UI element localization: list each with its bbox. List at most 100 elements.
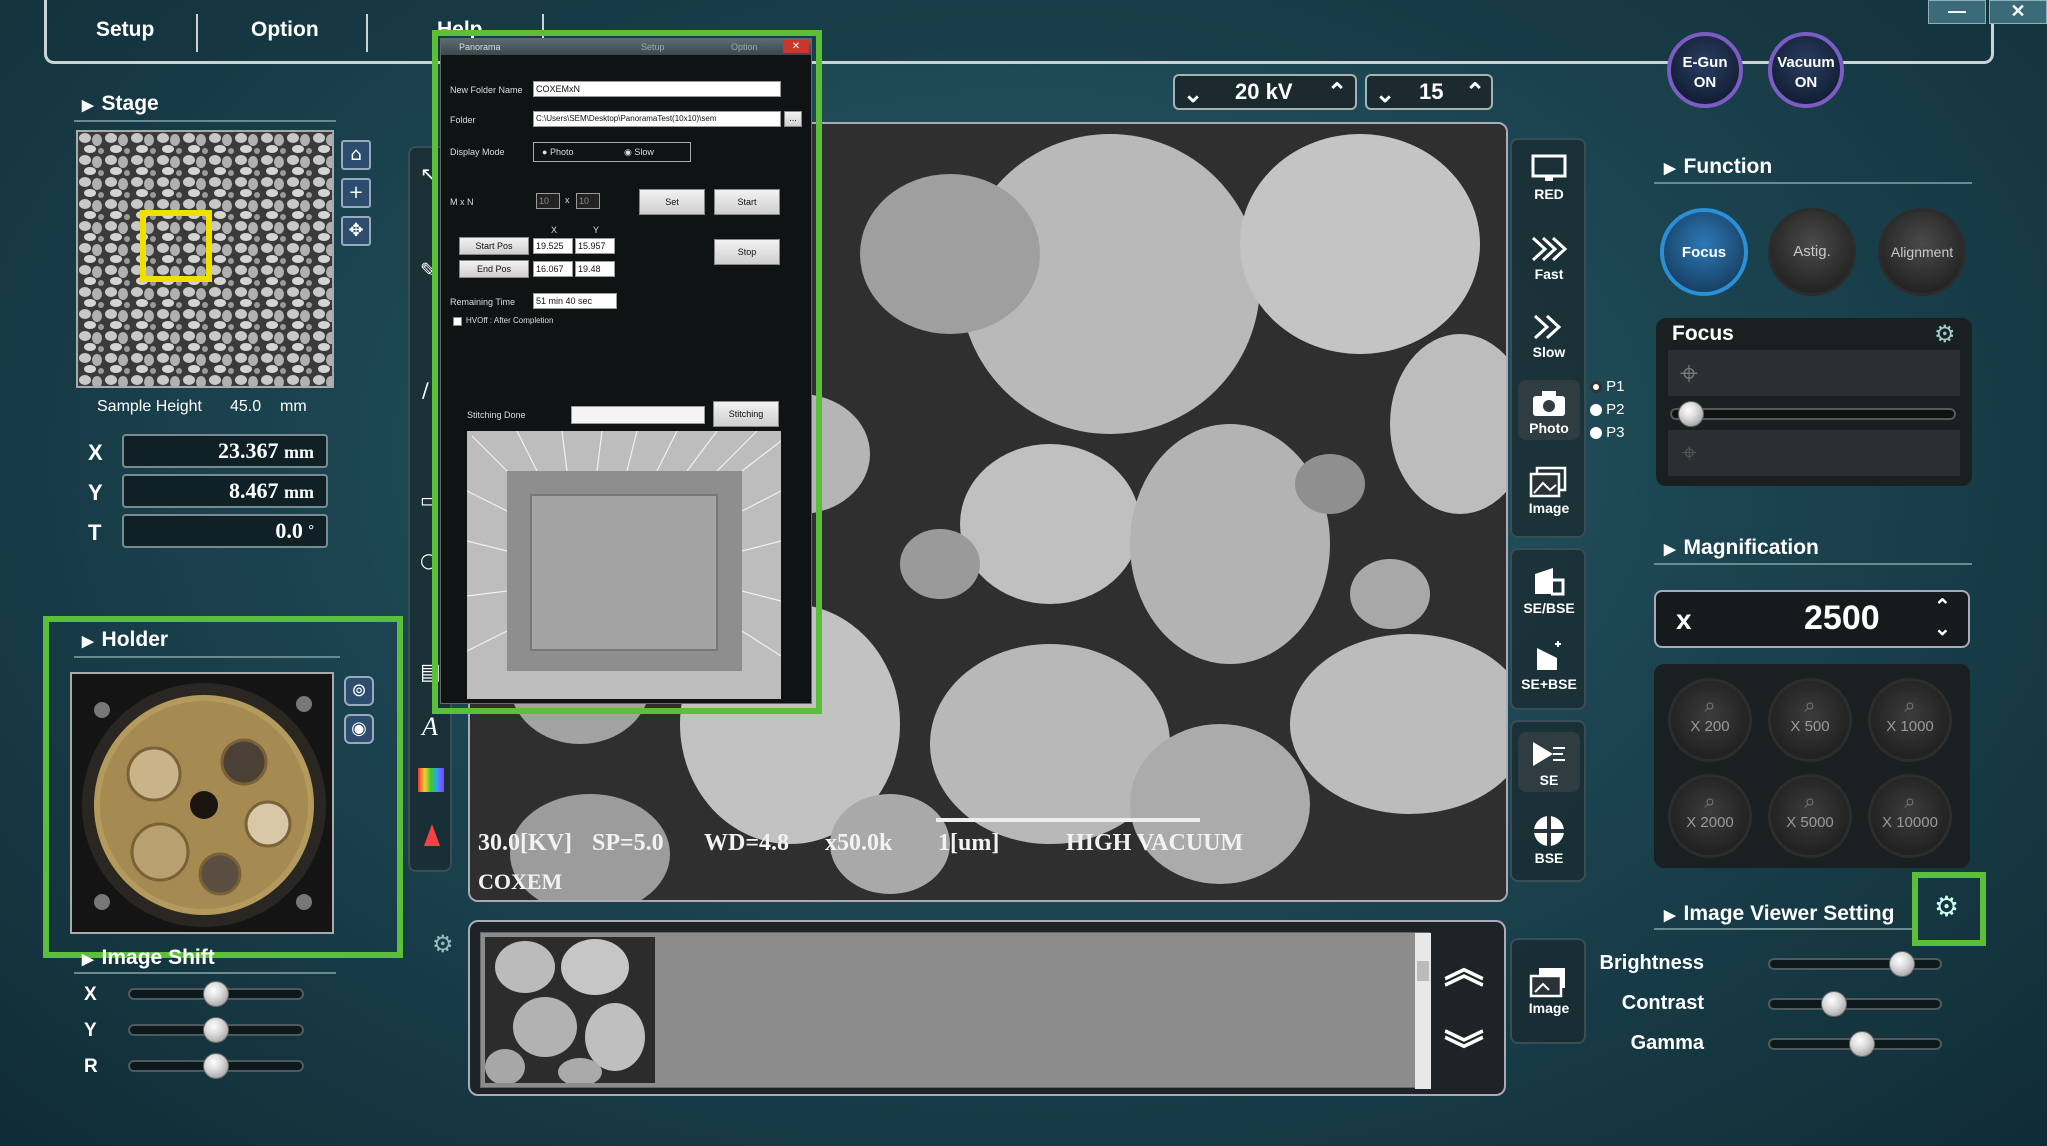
stage-x-readout[interactable]: 23.367 mm [122,434,328,468]
slow-scan-button[interactable]: Slow [1512,312,1586,360]
folder-name-input[interactable]: COXEMxN [533,81,781,97]
se-plus-bse-button[interactable]: SE+BSE [1512,640,1586,692]
m-input[interactable]: 10 [536,193,560,209]
focus-settings-gear-icon[interactable]: ⚙ [1934,320,1956,348]
focus-fine-row: ⌖ [1668,430,1960,476]
panorama-tab-setup[interactable]: Setup [641,39,665,55]
menu-setup[interactable]: Setup [96,18,154,42]
brightness-slider-handle[interactable] [1889,951,1916,977]
stage-t-readout[interactable]: 0.0 ° [122,514,328,548]
astig-function-button[interactable]: Astig. [1768,208,1856,296]
se-label: SE [1539,772,1559,788]
kv-control: ⌄ 20 kV ⌃ [1173,74,1357,110]
stage-navigation-map[interactable] [76,130,334,388]
set-button[interactable]: Set [639,189,705,215]
start-pos-button[interactable]: Start Pos [459,237,529,255]
contrast-slider[interactable] [1768,998,1942,1010]
radio-slow[interactable]: ◉ Slow [624,147,654,158]
close-window-button[interactable]: ✕ [1989,0,2047,24]
start-x-input[interactable]: 19.525 [533,238,573,254]
holder-camera-view[interactable] [70,672,334,934]
end-pos-button[interactable]: End Pos [459,260,529,278]
shift-r-slider-handle[interactable] [203,1053,229,1079]
filmstrip-scrollbar[interactable] [1415,933,1431,1089]
focus-coarse-row: ⌖ [1668,350,1960,396]
image-gallery-button[interactable]: Image [1512,466,1586,516]
chevron-up-icon[interactable]: ⌃ [1327,78,1347,107]
color-picker-icon[interactable] [424,824,440,846]
mag-down-icon[interactable]: ⌄ [1934,616,1951,641]
color-palette-icon[interactable] [418,768,444,792]
line-tool-icon[interactable]: ∕ [422,378,429,402]
stage-t-unit: ° [308,523,314,538]
text-tool-icon[interactable]: A [422,712,438,742]
stage-map-settings-icon[interactable]: ✥ [341,216,371,246]
preset-p3[interactable]: P3 [1590,424,1625,441]
panorama-tab-option[interactable]: Option [731,39,758,55]
chevron-down-icon[interactable]: ⌄ [1183,80,1203,109]
focus-slider-handle[interactable] [1677,401,1704,427]
start-y-input[interactable]: 15.957 [575,238,615,254]
stage-zoom-in-icon[interactable]: + [341,178,371,208]
focus-slider[interactable] [1670,408,1956,420]
radio-photo[interactable]: ● Photo [542,147,573,157]
alignment-function-button[interactable]: Alignment [1878,208,1966,296]
minimize-button[interactable]: — [1928,0,1986,24]
browse-folder-button[interactable]: ... [784,111,802,127]
holder-camera-icon[interactable]: ◉ [344,714,374,744]
focus-function-button[interactable]: Focus [1660,208,1748,296]
folder-path-input[interactable]: C:\Users\SEM\Desktop\PanoramaTest(10x10)… [533,111,781,127]
start-button[interactable]: Start [714,189,780,215]
magnification-input[interactable]: x 2500 ⌃ ⌄ [1654,590,1970,648]
viewer-settings-gear-icon[interactable]: ⚙ [1934,890,1959,923]
mag-preset-5000-button[interactable]: ⌕ X 5000 [1768,774,1852,858]
contrast-slider-handle[interactable] [1821,991,1848,1017]
end-y-input[interactable]: 19.48 [575,261,615,277]
chevron-up-icon[interactable]: ⌃ [1465,78,1485,107]
gamma-label: Gamma [1630,1032,1704,1054]
fast-scan-button[interactable]: Fast [1512,234,1586,282]
holder-rotate-icon[interactable]: ⊚ [344,676,374,706]
preset-p2[interactable]: P2 [1590,401,1625,418]
stage-home-icon[interactable]: ⌂ [341,140,371,170]
end-x-input[interactable]: 16.067 [533,261,573,277]
thumbnail-item[interactable] [485,937,655,1083]
spot-value: 15 [1419,79,1444,104]
shift-x-slider-handle[interactable] [203,981,229,1007]
mag-preset-2000-button[interactable]: ⌕ X 2000 [1668,774,1752,858]
scrollbar-thumb[interactable] [1417,961,1429,981]
preset-p1[interactable]: P1 [1590,378,1625,395]
open-image-button[interactable]: Image [1512,966,1586,1016]
mag-preset-1000-button[interactable]: ⌕ X 1000 [1868,678,1952,762]
mag-preset-500-button[interactable]: ⌕ X 500 [1768,678,1852,762]
gamma-slider-handle[interactable] [1849,1031,1876,1057]
sem-scale-label: 1[um] [938,830,1000,856]
n-input[interactable]: 10 [576,193,600,209]
se-bse-label: SE/BSE [1523,600,1575,616]
brightness-slider[interactable] [1768,958,1942,970]
egun-button[interactable]: E-Gun ON [1667,32,1743,108]
panorama-close-icon[interactable]: ✕ [783,40,809,53]
mag-preset-10000-button[interactable]: ⌕ X 10000 [1868,774,1952,858]
chevron-down-icon[interactable]: ⌄ [1375,80,1395,109]
stop-button[interactable]: Stop [714,239,780,265]
sem-mag-label: x50.0k [825,830,893,856]
stage-y-readout[interactable]: 8.467 mm [122,474,328,508]
scroll-down-icon[interactable]: ︾ [1444,1018,1484,1076]
se-bse-button[interactable]: SE/BSE [1512,564,1586,616]
mag-preset-200-button[interactable]: ⌕ X 200 [1668,678,1752,762]
menu-option[interactable]: Option [251,18,319,42]
photo-capture-button[interactable]: Photo [1518,380,1580,440]
hvoff-checkbox[interactable] [453,317,462,326]
filmstrip-settings-icon[interactable]: ⚙ [432,930,454,958]
se-detector-button[interactable]: SE [1518,732,1580,792]
stitching-button[interactable]: Stitching [713,401,779,427]
detector-toolbar: SE BSE [1510,720,1586,882]
shift-y-slider-handle[interactable] [203,1017,229,1043]
scroll-up-icon[interactable]: ︽ [1444,936,1484,994]
detector-merge-icon [1537,641,1561,670]
filmstrip-panel: ︽ ︾ [468,920,1506,1096]
red-scan-button[interactable]: RED [1512,154,1586,202]
bse-detector-button[interactable]: BSE [1512,814,1586,866]
vacuum-button[interactable]: Vacuum ON [1768,32,1844,108]
